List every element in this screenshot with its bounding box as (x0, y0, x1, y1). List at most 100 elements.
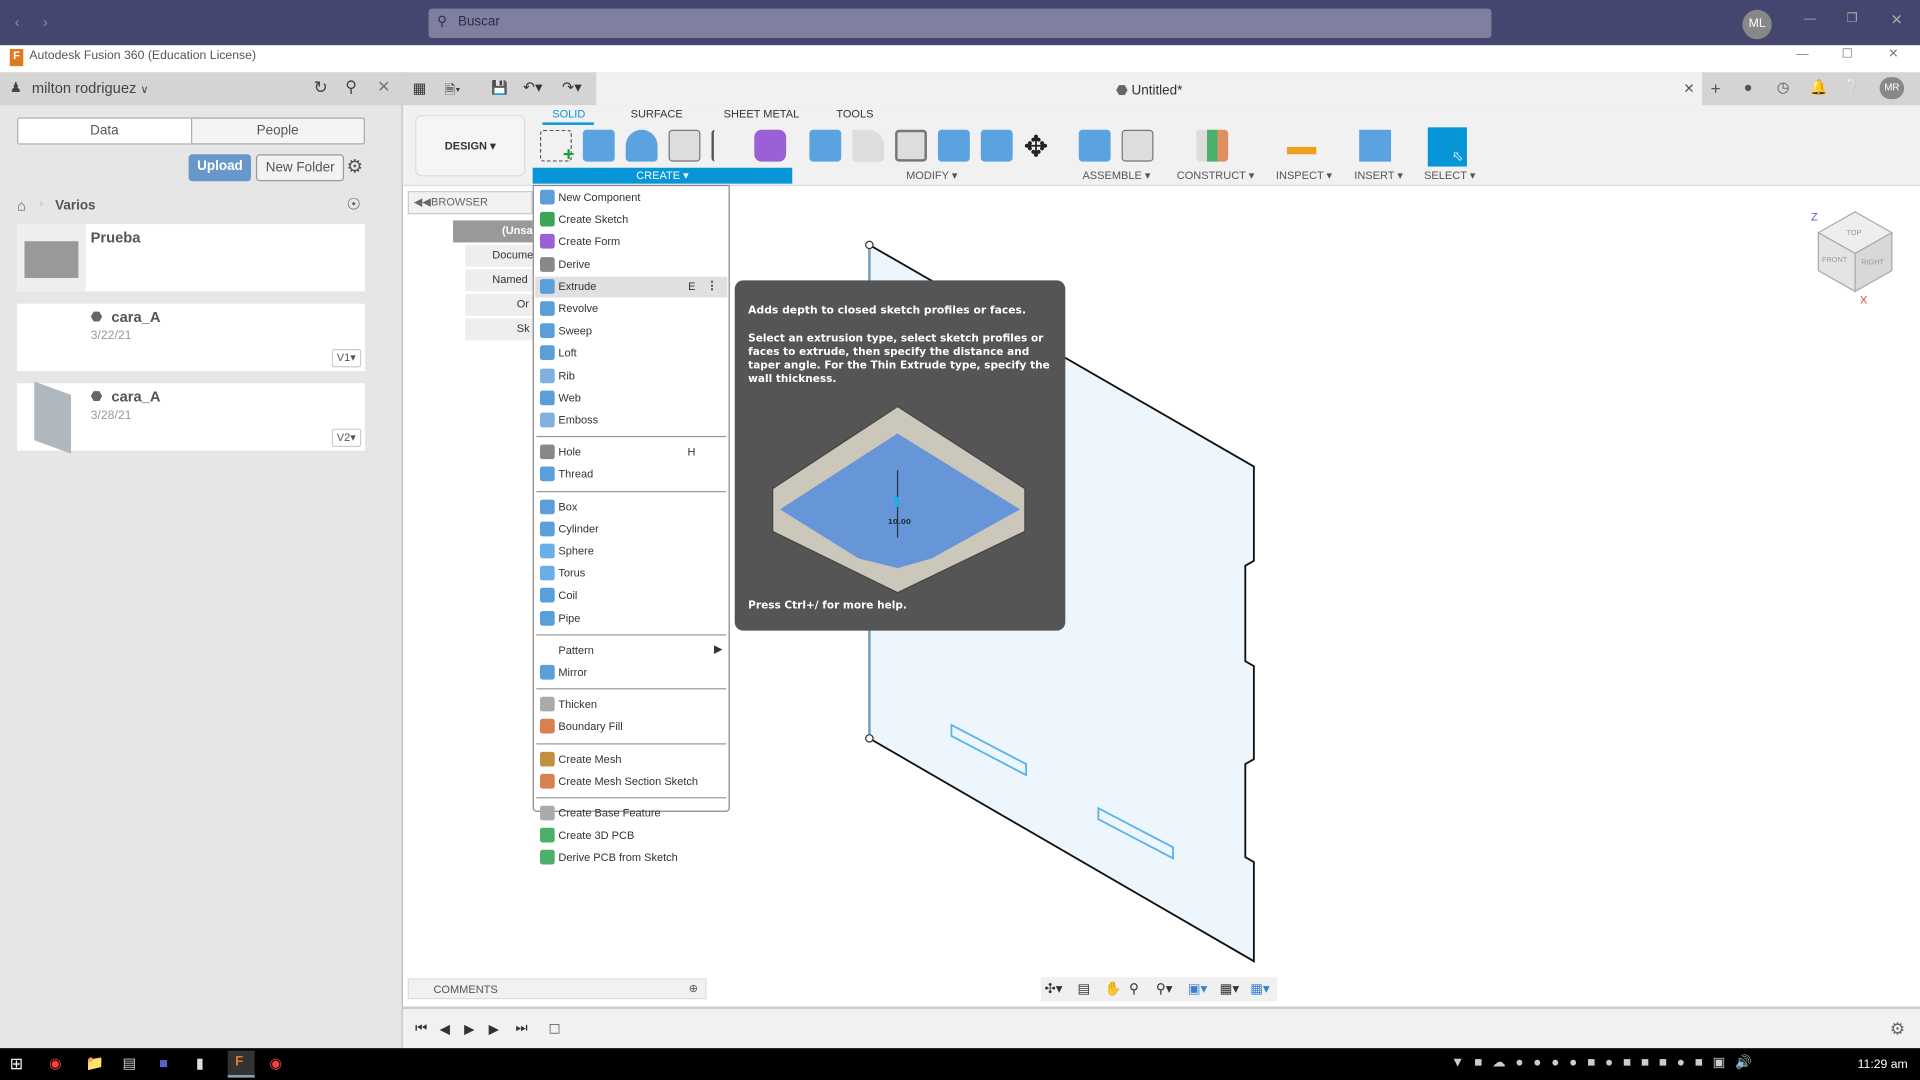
menu-item-torus[interactable]: Torus (535, 563, 727, 584)
menu-item-extrude[interactable]: Extrude E ⋮ (535, 276, 728, 298)
menu-item-box[interactable]: Box (535, 497, 727, 518)
menu-item-label: Mirror (558, 666, 588, 679)
web-icon (540, 390, 555, 406)
menu-item-label: Sweep (558, 324, 593, 337)
display-settings-icon[interactable]: ▣▾ (1188, 981, 1207, 997)
menu-item-label: Thicken (558, 698, 597, 711)
add-comment-icon[interactable]: ⊕ (689, 982, 698, 995)
fusion-taskbar-icon[interactable]: F (227, 1050, 255, 1078)
collapse-icon[interactable]: ◀◀ (414, 196, 431, 209)
previous-step-icon[interactable]: ◀ (440, 1021, 450, 1037)
axis-x-label: X (1860, 295, 1868, 307)
orbit-icon[interactable]: ✣▾ (1044, 981, 1062, 997)
menu-item-mirror[interactable]: Mirror (535, 662, 727, 683)
last-step-icon[interactable]: ⏭ (516, 1021, 528, 1037)
menu-item-pattern[interactable]: Pattern ▶ (535, 640, 727, 661)
mesh-icon (540, 751, 555, 767)
menu-item-label: Thread (558, 468, 594, 481)
menu-item-coil[interactable]: Coil (535, 586, 727, 607)
start-icon[interactable]: ⊞ (10, 1054, 23, 1074)
menu-item-create-mesh-section-sketch[interactable]: Create Mesh Section Sketch (535, 771, 727, 792)
menu-item-label: Boundary Fill (558, 720, 623, 733)
browser-node[interactable]: Docume (465, 244, 533, 267)
menu-separator (536, 436, 727, 438)
coil-icon (540, 588, 555, 603)
hole-icon (540, 444, 555, 460)
menu-item-sphere[interactable]: Sphere (535, 541, 727, 562)
menu-item-emboss[interactable]: Emboss (535, 410, 727, 431)
menu-item-create-form[interactable]: Create Form (535, 232, 727, 253)
menu-item-revolve[interactable]: Revolve (535, 299, 727, 320)
menu-item-label: Extrude (558, 280, 597, 293)
browser-root-node[interactable]: (Unsa (453, 220, 533, 243)
menu-item-create-sketch[interactable]: Create Sketch (535, 210, 727, 231)
pan-icon[interactable]: ✋ (1104, 981, 1121, 997)
menu-item-label: Emboss (558, 413, 599, 427)
sphere-icon (540, 543, 555, 559)
menu-item-pipe[interactable]: Pipe (535, 608, 727, 629)
viewcube-right: RIGHT (1861, 257, 1884, 266)
viewcube[interactable]: TOP FRONT RIGHT Z X (1811, 211, 1894, 307)
mesh-section-icon (540, 773, 555, 789)
play-icon[interactable]: ▶ (464, 1021, 474, 1037)
emboss-icon (540, 412, 555, 428)
browser-header[interactable]: ◀◀ BROWSER (407, 191, 533, 215)
menu-item-loft[interactable]: Loft (535, 343, 727, 364)
derive-icon (540, 256, 555, 272)
menu-item-derive[interactable]: Derive (535, 254, 727, 275)
sketch-point (865, 734, 874, 743)
menu-item-label: Rib (558, 369, 575, 382)
menu-item-label: Pipe (558, 611, 581, 624)
menu-separator (536, 688, 727, 690)
menu-item-create-mesh[interactable]: Create Mesh (535, 749, 727, 770)
menu-item-cylinder[interactable]: Cylinder (535, 519, 727, 540)
clock[interactable]: 11:29 am (1858, 1058, 1908, 1071)
form-icon (540, 234, 555, 250)
navigation-bar: ✣▾ ▤ ✋ ⚲ ⚲▾ ▣▾ ▦▾ ▦▾ (1040, 977, 1278, 1002)
comments-panel[interactable]: COMMENTS ⊕ (407, 978, 707, 1000)
app-icon[interactable]: ◉ (269, 1054, 282, 1071)
box-icon (540, 499, 555, 514)
system-tray[interactable]: ▼■☁●●●●■●■■■●■▣🔊 (1451, 1054, 1762, 1071)
timeline: ⏮ ◀ ▶ ▶ ⏭ □ ⚙ (402, 1006, 1920, 1049)
next-step-icon[interactable]: ▶ (489, 1021, 499, 1037)
menu-item-hole[interactable]: Hole H (535, 442, 727, 463)
tooltip-footer: Press Ctrl+/ for more help. (748, 600, 907, 613)
pipe-icon (540, 610, 555, 626)
menu-item-label: Box (558, 500, 578, 513)
menu-item-thicken[interactable]: Thicken (535, 695, 727, 716)
more-options-icon[interactable]: ⋮ (707, 279, 718, 292)
boundary-fill-icon (540, 719, 555, 734)
teams-icon[interactable]: ■ (159, 1054, 168, 1071)
grid-settings-icon[interactable]: ▦▾ (1220, 981, 1239, 997)
menu-item-thread[interactable]: Thread (535, 465, 727, 486)
browser-tree: (Unsa Docume Named Or Sk (422, 220, 533, 341)
browser-node[interactable]: Named (465, 269, 533, 292)
file-explorer-icon[interactable]: 📁 (86, 1054, 104, 1071)
menu-item-derive-pcb-from-sketch[interactable]: Derive PCB from Sketch (535, 848, 727, 869)
shortcut-key: H (687, 445, 696, 459)
browser-node[interactable]: Sk (465, 318, 533, 341)
timeline-sketch-icon[interactable]: □ (550, 1019, 560, 1037)
menu-separator (536, 490, 727, 492)
fit-icon[interactable]: ⚲▾ (1156, 981, 1173, 997)
menu-item-boundary-fill[interactable]: Boundary Fill (535, 717, 727, 738)
menu-item-new-component[interactable]: New Component (535, 187, 727, 208)
menu-item-web[interactable]: Web (535, 388, 727, 409)
menu-item-create-3d-pcb[interactable]: Create 3D PCB (535, 826, 727, 847)
app-icon[interactable]: ▤ (122, 1054, 136, 1071)
base-feature-icon (540, 805, 555, 821)
menu-item-rib[interactable]: Rib (535, 366, 727, 387)
svg-text:10.00: 10.00 (888, 517, 911, 526)
zoom-icon[interactable]: ⚲ (1129, 981, 1139, 997)
first-step-icon[interactable]: ⏮ (415, 1021, 427, 1037)
browser-node[interactable]: Or (465, 293, 533, 316)
menu-item-sweep[interactable]: Sweep (535, 321, 727, 342)
viewports-icon[interactable]: ▦▾ (1250, 981, 1269, 997)
menu-item-create-base-feature[interactable]: Create Base Feature (535, 803, 727, 824)
chrome-icon[interactable]: ◉ (49, 1054, 62, 1071)
timeline-settings-icon[interactable]: ⚙ (1890, 1019, 1905, 1040)
app-icon[interactable]: ▮ (196, 1054, 204, 1071)
tooltip-headline: Adds depth to closed sketch profiles or … (748, 304, 1027, 318)
look-at-icon[interactable]: ▤ (1078, 981, 1091, 997)
